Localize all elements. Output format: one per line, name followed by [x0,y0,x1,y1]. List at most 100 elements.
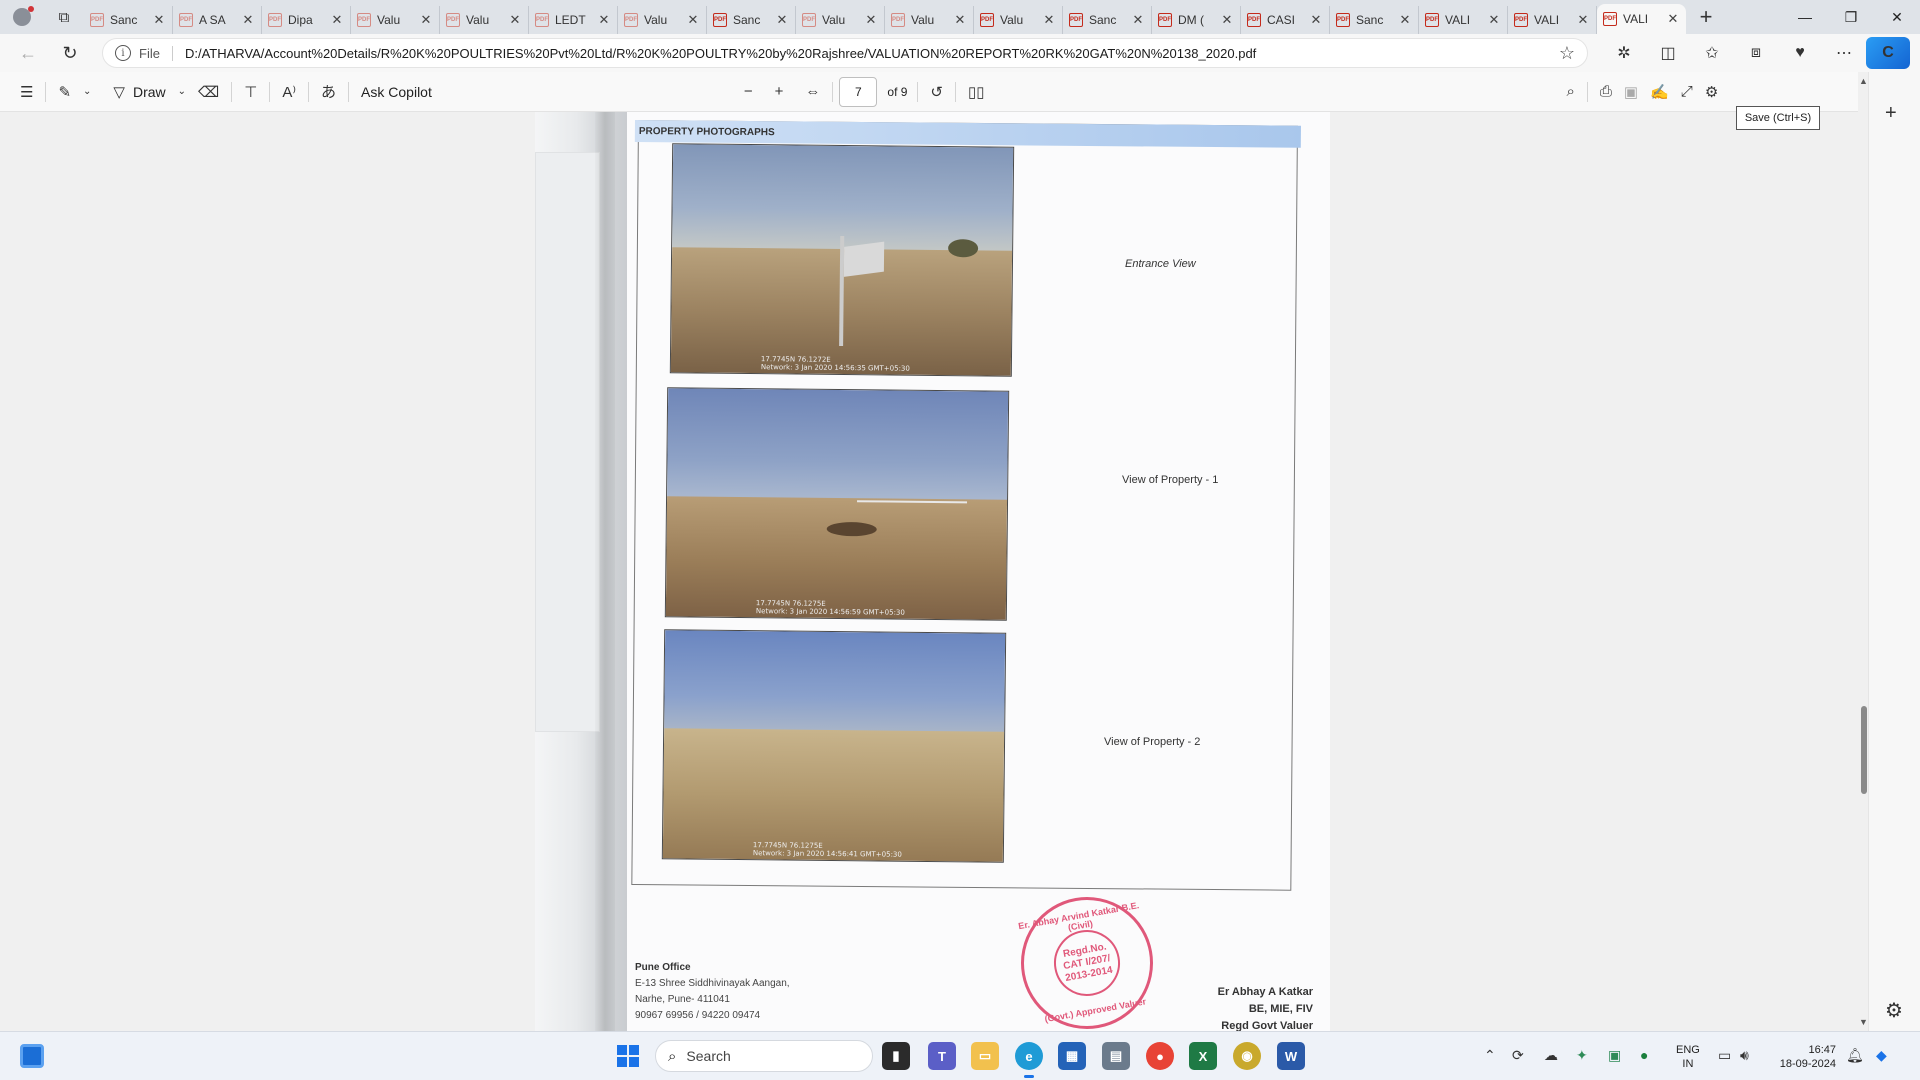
close-tab-icon[interactable]: ✕ [508,12,522,28]
save-button[interactable]: ▣ [1618,76,1644,108]
close-tab-icon[interactable]: ✕ [419,12,433,28]
copilot-button[interactable]: C [1866,37,1910,69]
find-button[interactable]: ⌕ [1561,76,1581,108]
show-hidden-icons-icon[interactable]: ⌃ [1484,1047,1496,1064]
browser-tab[interactable]: PDF Valu ✕ [351,6,440,34]
sync-icon[interactable]: ⟳ [1512,1047,1524,1064]
close-tab-icon[interactable]: ✕ [686,12,700,28]
browser-essentials-icon[interactable]: ♥ [1778,37,1822,69]
browser-tab[interactable]: PDF Valu ✕ [974,6,1063,34]
widgets-icon[interactable] [20,1044,44,1068]
browser-tab[interactable]: PDF Valu ✕ [885,6,974,34]
tab-actions-button[interactable]: ⧉ [44,0,84,34]
add-text-button[interactable]: ⊤ [238,76,263,108]
highlight-button[interactable]: ✎ [52,76,77,108]
page-view-button[interactable]: ▯▯ [962,76,991,108]
new-tab-button[interactable]: + [1686,0,1726,34]
clock[interactable]: 16:47 18-09-2024 [1772,1043,1836,1071]
favorite-star-icon[interactable]: ☆ [1559,43,1575,64]
network-icon[interactable]: ▭ [1718,1047,1731,1064]
browser-tab[interactable]: PDF Dipa ✕ [262,6,351,34]
address-bar[interactable]: i File D:/ATHARVA/Account%20Details/R%20… [102,38,1588,68]
close-tab-icon[interactable]: ✕ [152,12,166,28]
browser-tab[interactable]: PDF LEDT ✕ [529,6,618,34]
split-screen-icon[interactable]: ◫ [1646,37,1690,69]
teams-icon[interactable]: T [928,1042,956,1070]
taskbar-search[interactable]: ⌕ Search [655,1040,873,1072]
draw-dropdown[interactable]: ⌄ [172,76,192,108]
status-dot-icon[interactable]: ● [1640,1047,1648,1063]
notifications-bell-icon[interactable]: 🔔︎ [1846,1047,1864,1064]
close-tab-icon[interactable]: ✕ [330,12,344,28]
contents-button[interactable]: ☰ [14,76,39,108]
scroll-up-icon[interactable]: ▲ [1859,76,1868,86]
close-window-button[interactable]: ✕ [1874,0,1920,34]
profile-button[interactable] [0,0,44,34]
browser-tab[interactable]: PDF Valu ✕ [440,6,529,34]
refresh-button[interactable]: ↻ [52,37,88,69]
site-info-icon[interactable]: i [115,45,131,61]
close-tab-icon[interactable]: ✕ [1398,12,1412,28]
ask-copilot-button[interactable]: Ask Copilot [355,76,438,108]
more-menu-icon[interactable]: ⋯ [1822,37,1866,69]
close-tab-icon[interactable]: ✕ [1042,12,1056,28]
page-number-input[interactable]: 7 [839,76,878,107]
favorites-icon[interactable]: ✩ [1690,37,1734,69]
copilot-tray-icon[interactable]: ◆ [1876,1047,1887,1064]
excel-icon[interactable]: X [1189,1042,1217,1070]
close-tab-icon[interactable]: ✕ [864,12,878,28]
translate-button[interactable]: あ [315,76,342,108]
scrollbar-thumb[interactable] [1861,706,1867,794]
browser-tab[interactable]: PDF Sanc ✕ [1330,6,1419,34]
add-sidebar-app-icon[interactable]: + [1885,102,1897,125]
chrome-icon[interactable]: ● [1146,1042,1174,1070]
browser-tab[interactable]: PDF Valu ✕ [796,6,885,34]
browser-tab[interactable]: PDF VALI ✕ [1597,4,1686,34]
collections-icon[interactable]: ⧈ [1734,37,1778,69]
browser-tab[interactable]: PDF Sanc ✕ [707,6,796,34]
close-tab-icon[interactable]: ✕ [775,12,789,28]
tally-icon[interactable]: ◉ [1233,1042,1261,1070]
browser-tab[interactable]: PDF CASI ✕ [1241,6,1330,34]
zoom-out-button[interactable]: − [738,76,759,108]
save-as-button[interactable]: ✍ [1644,76,1675,108]
browser-tab[interactable]: PDF VALI ✕ [1508,6,1597,34]
browser-tab[interactable]: PDF DM (✕ [1152,6,1241,34]
word-icon[interactable]: W [1277,1042,1305,1070]
vertical-scrollbar[interactable]: ▲ ▼ [1858,72,1868,1031]
file-explorer-icon[interactable]: ▭ [971,1042,999,1070]
sidebar-settings-icon[interactable]: ⚙ [1885,998,1903,1023]
store-icon[interactable]: ▦ [1058,1042,1086,1070]
pdf-viewer[interactable]: PROPERTY PHOTOGRAPHS 17.7745N 76.1272E N… [0,112,1864,1031]
security-icon[interactable]: ✦ [1576,1047,1588,1064]
browser-tab[interactable]: PDF Sanc ✕ [84,6,173,34]
fullscreen-button[interactable]: ⤢ [1675,76,1699,108]
zoom-in-button[interactable]: + [769,76,790,108]
url-text[interactable]: D:/ATHARVA/Account%20Details/R%20K%20POU… [185,46,1559,61]
read-aloud-button[interactable]: A⁾ [276,76,302,108]
close-tab-icon[interactable]: ✕ [1220,12,1234,28]
volume-icon[interactable]: 🔊︎ [1740,1047,1749,1064]
print-button[interactable]: ⎙ [1594,76,1618,108]
fit-to-width-button[interactable]: ⇔ [799,76,826,108]
browser-tab[interactable]: PDF A SA ✕ [173,6,262,34]
pdf-settings-button[interactable]: ⚙ [1699,76,1724,108]
close-tab-icon[interactable]: ✕ [1131,12,1145,28]
close-tab-icon[interactable]: ✕ [1487,12,1501,28]
close-tab-icon[interactable]: ✕ [1309,12,1323,28]
close-tab-icon[interactable]: ✕ [1576,12,1590,28]
scroll-down-icon[interactable]: ▼ [1859,1017,1868,1027]
language-indicator[interactable]: ENG IN [1676,1043,1700,1071]
start-button[interactable] [617,1045,639,1067]
close-tab-icon[interactable]: ✕ [953,12,967,28]
calculator-icon[interactable]: ▤ [1102,1042,1130,1070]
erase-button[interactable]: ⌫ [192,76,225,108]
edge-icon[interactable]: e [1015,1042,1043,1078]
minimize-button[interactable]: — [1782,0,1828,34]
task-view-icon[interactable]: ▮ [882,1042,910,1070]
close-tab-icon[interactable]: ✕ [1666,11,1680,27]
highlight-dropdown[interactable]: ⌄ [77,76,97,108]
browser-tab[interactable]: PDF Sanc ✕ [1063,6,1152,34]
extensions-icon[interactable]: ✲ [1602,37,1646,69]
back-button[interactable]: ← [10,37,46,69]
